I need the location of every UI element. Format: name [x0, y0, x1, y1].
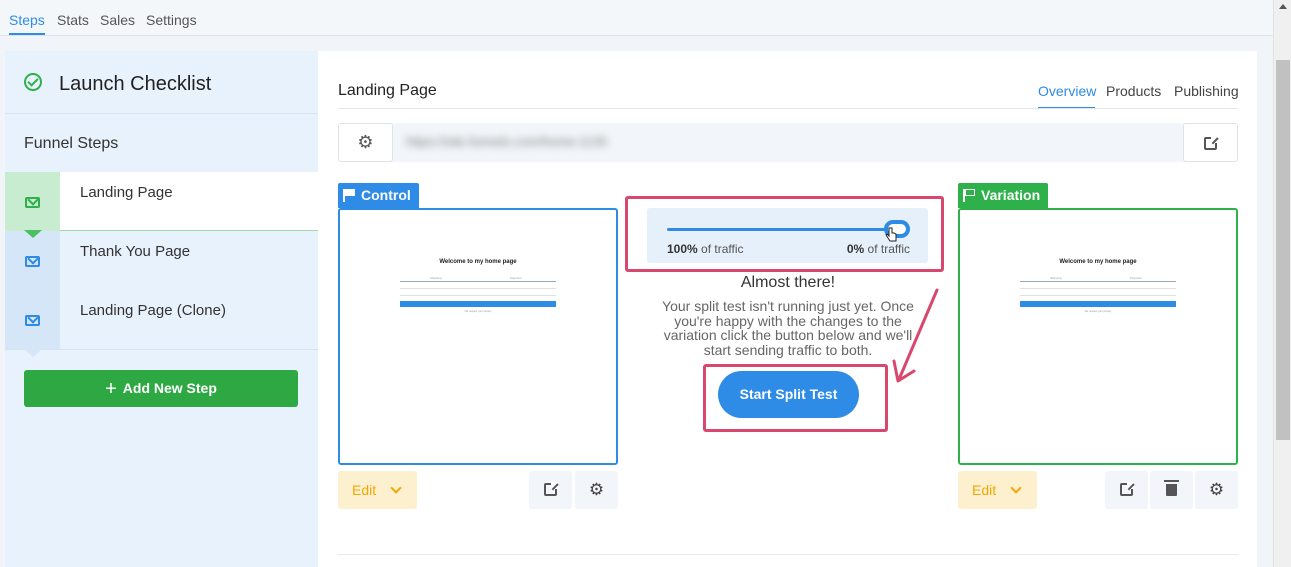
divider [5, 349, 318, 350]
external-link-icon [544, 482, 558, 496]
tab-steps[interactable]: Steps [9, 12, 45, 28]
trash-icon [1164, 480, 1179, 496]
step-icon-column [5, 172, 60, 231]
preview-progress-line [400, 281, 556, 282]
tab-settings[interactable]: Settings [146, 12, 197, 28]
preview-footnote: We respect your privacy [1084, 310, 1112, 313]
control-settings-button[interactable]: ⚙ [575, 471, 618, 509]
preview-button [400, 301, 556, 307]
open-url-button[interactable] [1183, 123, 1238, 162]
edit-label: Edit [352, 482, 377, 498]
preview-label: Shipping [430, 276, 442, 280]
check-circle-icon [24, 73, 42, 91]
tab-stats[interactable]: Stats [57, 12, 89, 28]
divider [338, 554, 1238, 555]
control-preview[interactable]: Welcome to my home page Shipping Payment… [338, 208, 618, 465]
add-step-label: Add New Step [122, 380, 217, 396]
preview-label: Shipping [1050, 276, 1062, 280]
tab-publishing[interactable]: Publishing [1174, 83, 1239, 99]
divider [338, 108, 1238, 109]
step-connector-arrow [24, 230, 42, 238]
preview-label: Payment [510, 276, 522, 280]
preview-button [1020, 301, 1176, 307]
active-tab-indicator [9, 33, 45, 35]
variation-preview[interactable]: Welcome to my home page Shipping Payment… [958, 208, 1238, 465]
step-label: Landing Page [80, 184, 173, 201]
preview-label: Payment [1130, 276, 1142, 280]
variation-tag: Variation [958, 183, 1049, 208]
url-settings-button[interactable]: ⚙ [338, 123, 393, 162]
gear-icon: ⚙ [1208, 480, 1225, 499]
gear-icon: ⚙ [588, 480, 605, 499]
variation-tag-label: Variation [981, 187, 1041, 203]
mail-icon [25, 315, 40, 326]
annotation-arrow-icon [892, 288, 939, 383]
preview-field [400, 288, 556, 289]
sidebar-step-landing-page-clone[interactable]: Landing Page (Clone) [5, 290, 318, 357]
flag-outline-icon [963, 189, 975, 202]
page-scrollbar[interactable] [1273, 0, 1291, 567]
step-icon-column [5, 290, 60, 349]
tab-overview[interactable]: Overview [1038, 83, 1096, 99]
preview-footnote: We respect your privacy [464, 310, 492, 313]
control-tag-label: Control [361, 187, 411, 203]
mail-icon [25, 256, 40, 267]
chevron-down-icon [1010, 482, 1022, 494]
hand-cursor-icon [885, 227, 897, 242]
flag-icon [343, 189, 355, 202]
step-icon-column [5, 231, 60, 290]
preview-heading: Welcome to my home page [1059, 259, 1137, 265]
tab-products[interactable]: Products [1106, 83, 1161, 99]
preview-field [1020, 288, 1176, 289]
variation-settings-button[interactable]: ⚙ [1195, 471, 1238, 509]
checklist-title: Launch Checklist [59, 73, 212, 95]
preview-progress-line [1020, 281, 1176, 282]
control-open-button[interactable] [529, 471, 572, 509]
sidebar-step-thank-you-page[interactable]: Thank You Page [5, 231, 318, 298]
step-label: Thank You Page [80, 243, 191, 260]
external-link-icon [1120, 482, 1134, 496]
edit-label: Edit [972, 482, 997, 498]
mail-icon [25, 197, 40, 208]
step-connector-arrow [24, 349, 42, 357]
preview-field [400, 295, 556, 296]
preview-field [1020, 295, 1176, 296]
funnel-steps-heading: Funnel Steps [24, 135, 119, 152]
funnel-sidebar: Launch Checklist Funnel Steps Landing Pa… [5, 51, 318, 567]
page-url[interactable]: https://site.funnels.com/home-1135 [406, 134, 607, 149]
control-tag: Control [338, 183, 419, 208]
add-new-step-button[interactable]: + Add New Step [24, 370, 298, 407]
control-edit-button[interactable]: Edit [338, 471, 417, 509]
variation-delete-button[interactable] [1150, 471, 1193, 509]
preview-heading: Welcome to my home page [439, 259, 517, 265]
scroll-thumb[interactable] [1276, 60, 1290, 440]
top-tab-bar: Steps Stats Sales Settings [0, 0, 1273, 36]
launch-checklist[interactable]: Launch Checklist [5, 51, 318, 114]
split-test-message: Your split test isn't running just yet. … [662, 298, 914, 358]
step-label: Landing Page (Clone) [80, 302, 226, 319]
tab-sales[interactable]: Sales [100, 12, 135, 28]
chevron-down-icon [390, 482, 402, 494]
variation-open-button[interactable] [1105, 471, 1148, 509]
gear-icon: ⚙ [357, 132, 374, 152]
button-highlight-box [703, 364, 888, 432]
page-url-bar: ⚙ https://site.funnels.com/home-1135 [338, 123, 1238, 162]
external-link-icon [1204, 136, 1218, 150]
step-connector-arrow [24, 290, 42, 298]
sidebar-step-landing-page[interactable]: Landing Page [5, 172, 318, 238]
variation-edit-button[interactable]: Edit [958, 471, 1037, 509]
plus-icon: + [105, 378, 117, 400]
scroll-up-arrow-icon[interactable] [1279, 4, 1287, 9]
page-title: Landing Page [338, 82, 437, 99]
